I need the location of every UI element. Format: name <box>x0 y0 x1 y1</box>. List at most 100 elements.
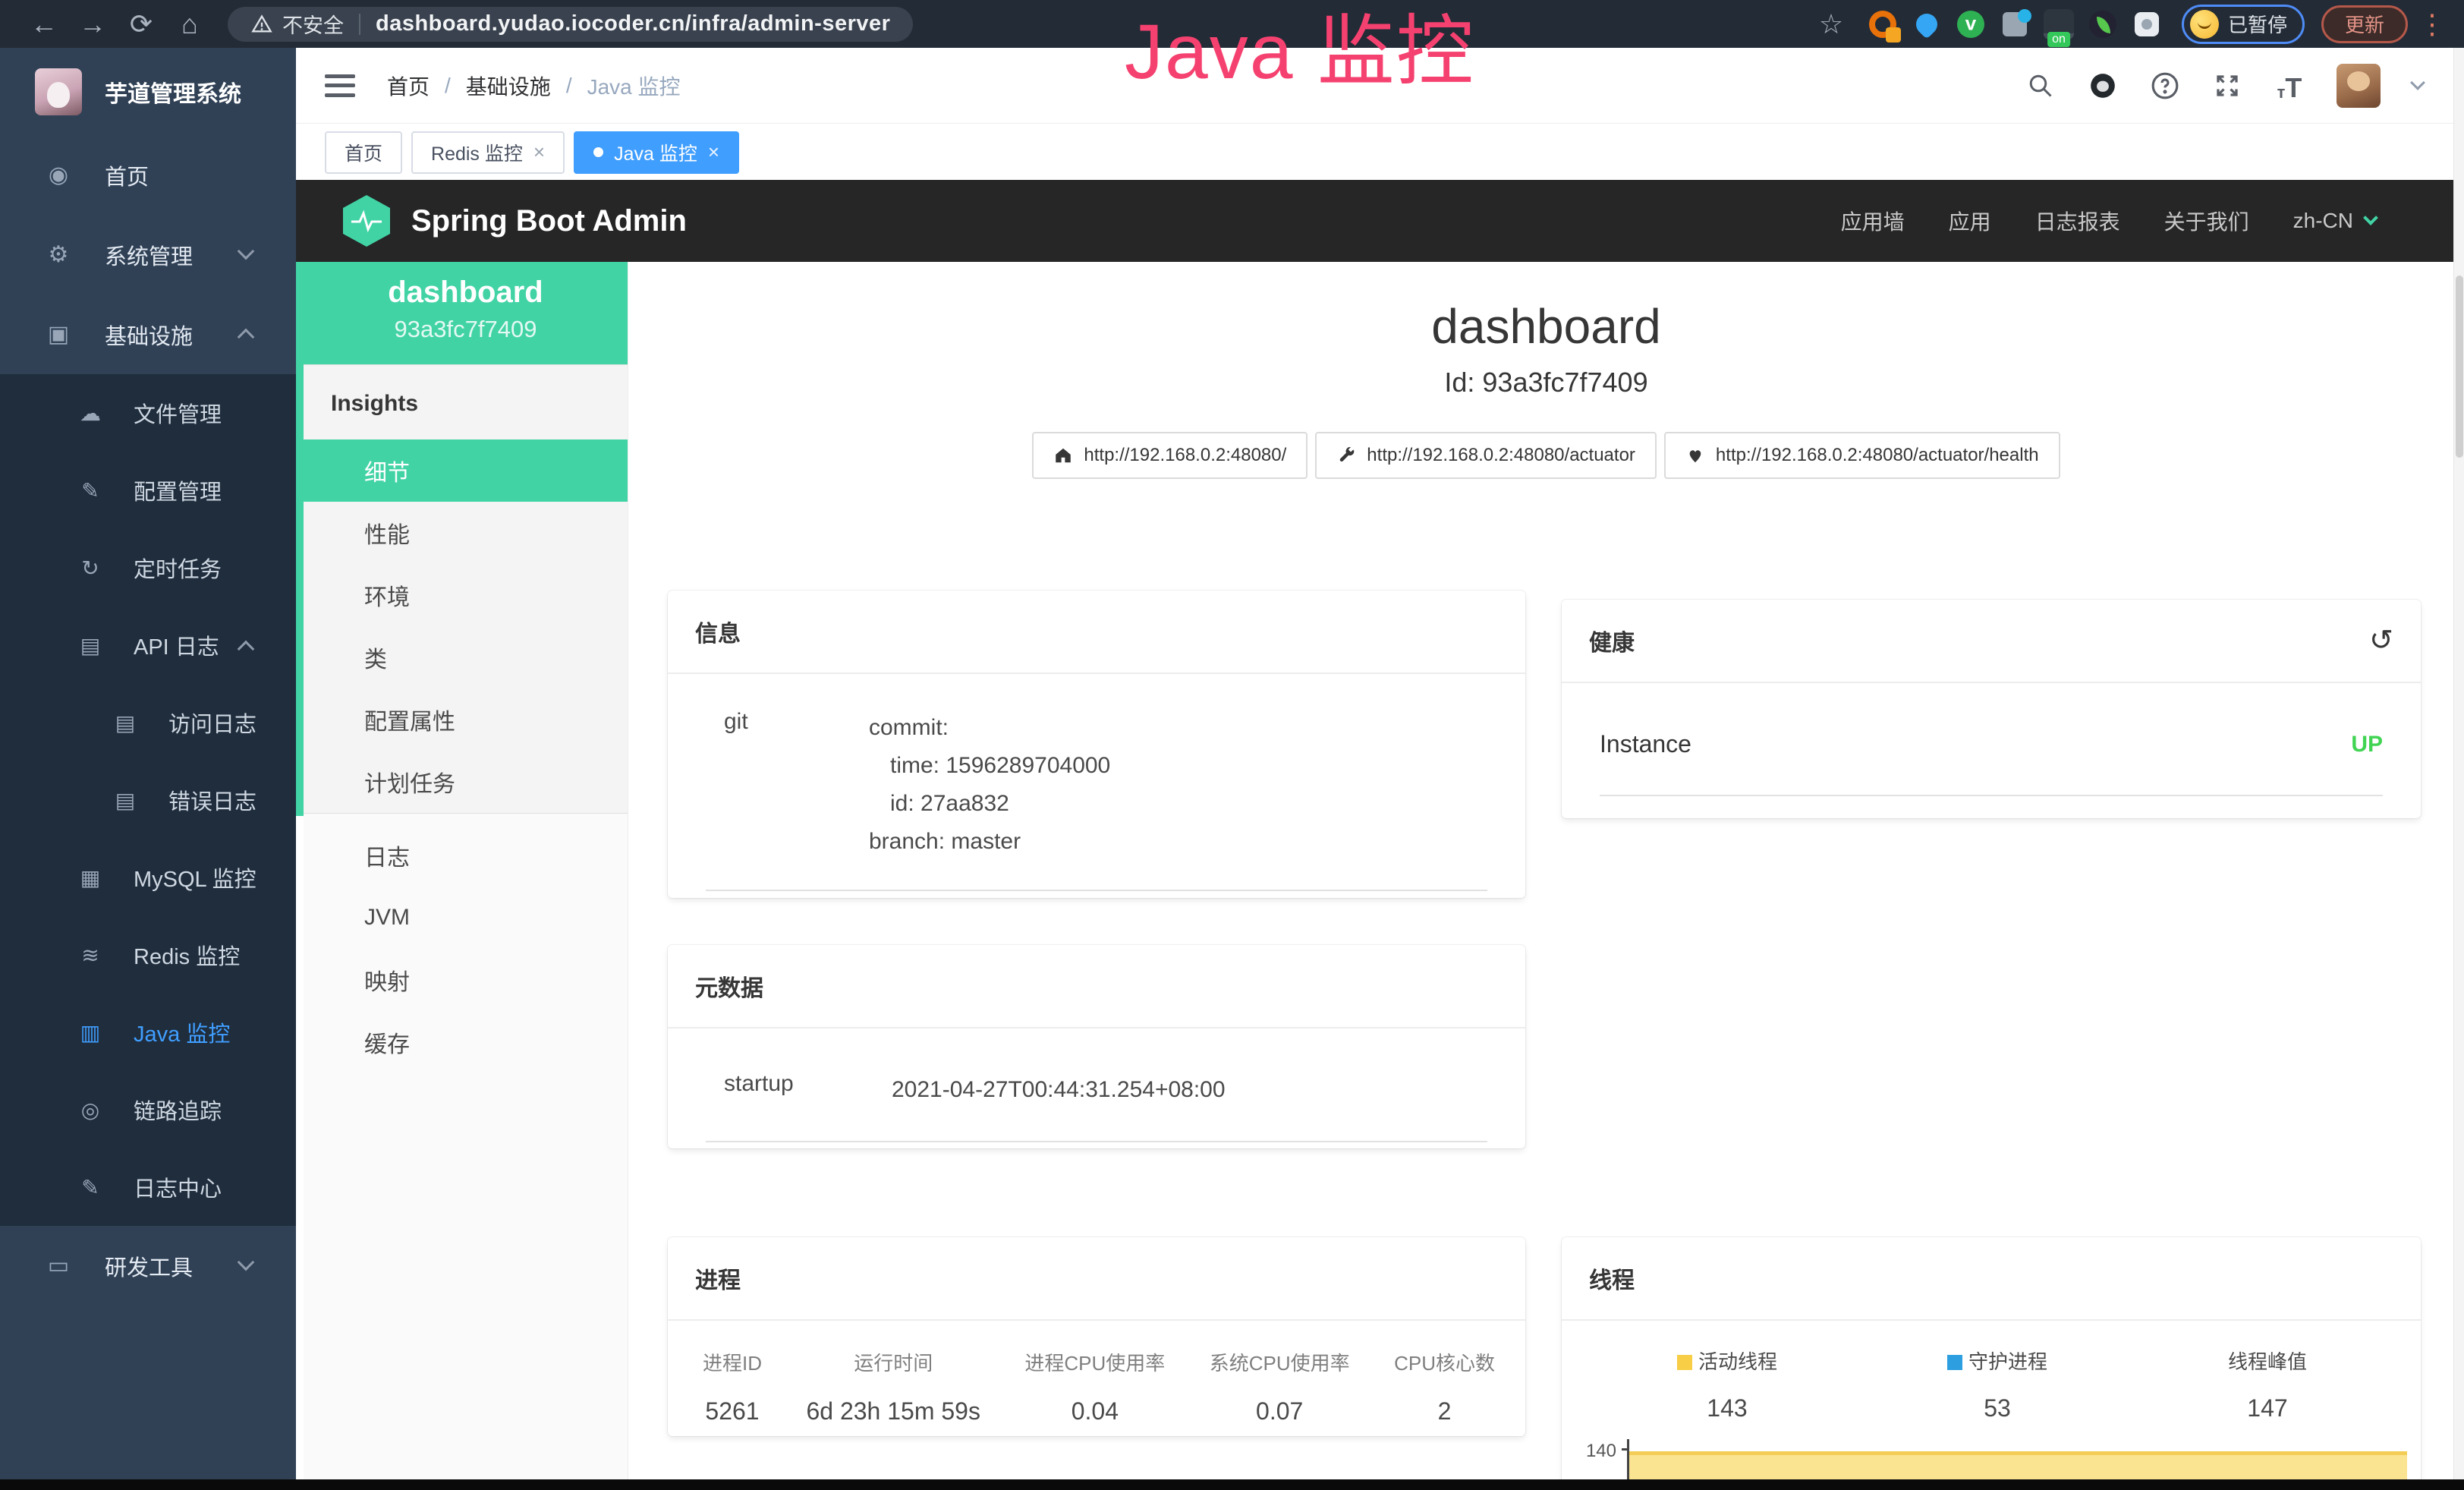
process-col-uptime: 运行时间 6d 23h 15m 59s <box>806 1348 980 1425</box>
sba-nav-wallboard[interactable]: 应用墙 <box>1841 206 1905 236</box>
v-extension-icon[interactable] <box>1954 8 1987 41</box>
sba-instance-sidebar: dashboard 93a3fc7f7409 Insights 细节 性能 环境… <box>304 262 628 1479</box>
breadcrumb-infra[interactable]: 基础设施 <box>466 71 551 101</box>
sidebar-item-dev-tools[interactable]: ▭ 研发工具 <box>0 1226 296 1306</box>
active-tab-dot <box>593 147 603 157</box>
search-icon[interactable] <box>2025 71 2056 101</box>
health-instance-label: Instance <box>1600 730 1691 758</box>
sidebar-item-infra[interactable]: ▣ 基础设施 <box>0 295 296 374</box>
log-icon: ✎ <box>77 1175 103 1200</box>
sba-menu-jvm[interactable]: JVM <box>304 887 628 949</box>
tab-home[interactable]: 首页 <box>325 131 402 174</box>
breadcrumb-home[interactable]: 首页 <box>387 71 430 101</box>
sidebar-item-error-logs[interactable]: ▤ 错误日志 <box>0 761 296 839</box>
metadata-card-header: 元数据 <box>668 945 1525 1029</box>
sidebar-item-tracing[interactable]: ◎ 链路追踪 <box>0 1071 296 1148</box>
pin-extension-icon[interactable] <box>1910 8 1943 41</box>
sba-menu-classes[interactable]: 类 <box>304 626 628 688</box>
address-bar[interactable]: 不安全 dashboard.yudao.iocoder.cn/infra/adm… <box>228 7 913 42</box>
database-icon: ▦ <box>77 865 103 890</box>
leaf-extension-icon[interactable] <box>2086 8 2119 41</box>
java-monitor-icon: ▥ <box>77 1020 103 1045</box>
fullscreen-icon[interactable] <box>2212 71 2242 101</box>
sidebar-item-log-center[interactable]: ✎ 日志中心 <box>0 1148 296 1226</box>
sba-menu-logs[interactable]: 日志 <box>304 824 628 887</box>
eye-icon: ◎ <box>77 1098 103 1123</box>
list-extension-icon[interactable]: on <box>2042 8 2075 41</box>
sba-nav-journal[interactable]: 日志报表 <box>2035 206 2120 236</box>
user-menu-caret-icon[interactable] <box>2410 75 2425 90</box>
scrollbar-thumb[interactable] <box>2456 276 2463 458</box>
font-size-icon[interactable]: тT <box>2274 71 2305 101</box>
sidebar-item-file-manage[interactable]: ☁ 文件管理 <box>0 374 296 452</box>
sidebar-item-api-logs[interactable]: ▤ API 日志 <box>0 606 296 684</box>
tab-java-monitor[interactable]: Java 监控 × <box>574 131 739 174</box>
sba-nav-about[interactable]: 关于我们 <box>2164 206 2249 236</box>
close-icon[interactable]: × <box>708 140 719 164</box>
sidebar-item-java-monitor[interactable]: ▥ Java 监控 <box>0 994 296 1071</box>
metadata-card-body: startup 2021-04-27T00:44:31.254+08:00 <box>668 1029 1525 1142</box>
sba-menu-scheduled-tasks[interactable]: 计划任务 <box>304 751 628 813</box>
user-avatar[interactable] <box>2337 64 2381 108</box>
timer-icon: ↻ <box>77 556 103 581</box>
process-col-pid: 进程ID 5261 <box>703 1348 762 1425</box>
heart-icon <box>1685 446 1705 465</box>
window-bottom-edge <box>0 1479 2464 1490</box>
process-card: 进程 进程ID 5261 运行时间 6d 23h 15m 59s 进程CPU使用… <box>668 1237 1525 1436</box>
sidebar-item-home[interactable]: ◉ 首页 <box>0 135 296 215</box>
close-icon[interactable]: × <box>533 140 545 164</box>
sidebar-item-redis-monitor[interactable]: ≋ Redis 监控 <box>0 916 296 994</box>
page-instance-id: Id: 93a3fc7f7409 <box>628 367 2464 398</box>
sidebar-item-config-manage[interactable]: ✎ 配置管理 <box>0 452 296 529</box>
browser-update-button[interactable]: 更新 <box>2321 5 2408 43</box>
browser-toolbar-right: ☆ on 已暂停 更新 ⋮ <box>1807 0 2444 48</box>
sba-menu-metrics[interactable]: 性能 <box>304 502 628 564</box>
process-col-cpus: CPU核心数 2 <box>1394 1348 1495 1425</box>
profile-paused-label: 已暂停 <box>2228 10 2287 38</box>
startup-value: 2021-04-27T00:44:31.254+08:00 <box>892 1071 1487 1109</box>
health-card: 健康 ↺ Instance UP <box>1562 600 2421 818</box>
grid-extension-icon[interactable] <box>1998 8 2031 41</box>
health-url-button[interactable]: http://192.168.0.2:48080/actuator/health <box>1664 432 2060 479</box>
sba-menu-mappings[interactable]: 映射 <box>304 949 628 1011</box>
sba-menu-environment[interactable]: 环境 <box>304 564 628 626</box>
sba-menu-details[interactable]: 细节 <box>304 439 628 502</box>
page-scrollbar[interactable] <box>2453 48 2464 1479</box>
edit-icon: ✎ <box>77 478 103 503</box>
health-instance-row[interactable]: Instance UP <box>1600 683 2383 796</box>
bookmark-star-icon[interactable]: ☆ <box>1807 0 1855 48</box>
sba-nav-applications[interactable]: 应用 <box>1949 206 1991 236</box>
legend-peak-threads: 线程峰值 <box>2132 1347 2403 1375</box>
actuator-url-button[interactable]: http://192.168.0.2:48080/actuator <box>1315 432 1657 479</box>
browser-forward-icon[interactable]: → <box>68 0 117 48</box>
git-info-row: git commit: time: 1596289704000 id: 27aa… <box>706 674 1487 891</box>
history-icon[interactable]: ↺ <box>2369 629 2393 652</box>
sba-sidebar-scrollbar[interactable] <box>296 262 304 816</box>
browser-reload-icon[interactable]: ⟳ <box>117 0 165 48</box>
puzzle-extension-icon[interactable] <box>2130 8 2163 41</box>
help-icon[interactable] <box>2150 71 2180 101</box>
browser-menu-icon[interactable]: ⋮ <box>2418 0 2444 48</box>
service-url-button[interactable]: http://192.168.0.2:48080/ <box>1032 432 1308 479</box>
github-icon[interactable] <box>2088 71 2118 101</box>
browser-home-icon[interactable]: ⌂ <box>165 0 214 48</box>
sba-menu-caches[interactable]: 缓存 <box>304 1011 628 1073</box>
browser-profile-chip[interactable]: 已暂停 <box>2182 5 2305 44</box>
document-icon: ▤ <box>112 788 138 813</box>
browser-back-icon[interactable]: ← <box>20 0 68 48</box>
legend-swatch-blue <box>1947 1355 1962 1370</box>
hamburger-icon[interactable] <box>325 74 355 97</box>
url-text[interactable]: dashboard.yudao.iocoder.cn/infra/admin-s… <box>376 11 890 36</box>
legend-swatch-yellow <box>1677 1355 1692 1370</box>
sba-language-selector[interactable]: zh-CN <box>2293 209 2376 233</box>
tab-redis-monitor[interactable]: Redis 监控 × <box>411 131 565 174</box>
process-table: 进程ID 5261 运行时间 6d 23h 15m 59s 进程CPU使用率 0… <box>668 1321 1525 1436</box>
extension-icon[interactable] <box>1866 8 1899 41</box>
sba-menu-config-props[interactable]: 配置属性 <box>304 688 628 751</box>
breadcrumb-separator: / <box>445 74 451 98</box>
sidebar-item-access-logs[interactable]: ▤ 访问日志 <box>0 684 296 761</box>
sidebar-item-system[interactable]: ⚙ 系统管理 <box>0 215 296 295</box>
sidebar-item-scheduled-jobs[interactable]: ↻ 定时任务 <box>0 529 296 606</box>
app-logo <box>35 68 82 115</box>
sidebar-item-mysql-monitor[interactable]: ▦ MySQL 监控 <box>0 839 296 916</box>
